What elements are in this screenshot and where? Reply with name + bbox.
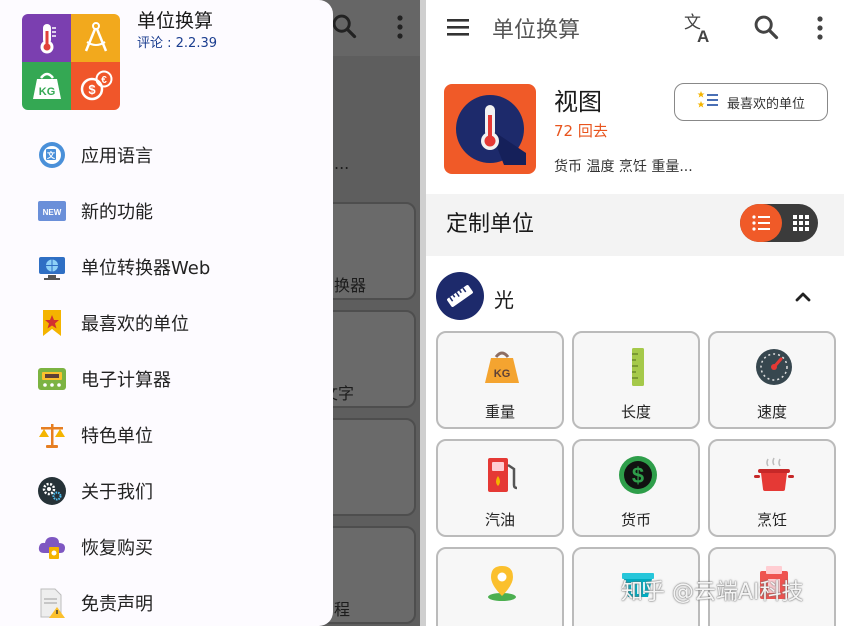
document-warning-icon bbox=[36, 587, 68, 619]
menu-item-label: 应用语言 bbox=[81, 146, 153, 167]
svg-text:文: 文 bbox=[47, 150, 56, 160]
unit-tile-cooking[interactable]: 烹饪 bbox=[708, 439, 836, 537]
translate-icon[interactable]: 文A bbox=[682, 10, 718, 50]
hamburger-menu-icon[interactable] bbox=[446, 16, 470, 42]
view-title: 视图 bbox=[554, 88, 602, 116]
unit-tile-length[interactable]: 长度 bbox=[572, 331, 700, 429]
ruler-icon bbox=[436, 272, 484, 320]
menu-item-label: 最喜欢的单位 bbox=[81, 314, 189, 335]
speedometer-icon bbox=[754, 347, 794, 387]
search-icon[interactable] bbox=[752, 13, 780, 45]
menu-item-label: 恢复购买 bbox=[81, 538, 153, 559]
menu-item-favorite-units[interactable]: 最喜欢的单位 bbox=[36, 303, 316, 343]
fuel-pump-icon bbox=[482, 455, 522, 495]
new-badge-icon: NEW bbox=[36, 195, 68, 227]
thermometer-icon bbox=[444, 84, 536, 174]
watermark-text: 知乎 @云端AI科技 bbox=[621, 580, 804, 605]
menu-item-web-converter[interactable]: 单位转换器Web bbox=[36, 247, 316, 287]
scales-icon bbox=[36, 419, 68, 451]
drawer-app-title: 单位换算 bbox=[137, 10, 214, 32]
background-search-icon bbox=[330, 12, 358, 46]
menu-item-label: 关于我们 bbox=[81, 482, 153, 503]
app-logo: KG $ € bbox=[22, 14, 120, 110]
menu-item-label: 单位转换器Web bbox=[81, 258, 211, 279]
menu-item-restore-purchase[interactable]: 恢复购买 bbox=[36, 527, 316, 567]
favorite-units-button[interactable]: 最喜欢的单位 bbox=[674, 83, 828, 121]
svg-text:A: A bbox=[697, 27, 709, 46]
location-pin-icon bbox=[482, 563, 522, 603]
view-description: 货币 温度 烹饪 重量... bbox=[554, 159, 693, 175]
tile-label: 长度 bbox=[620, 403, 651, 421]
calculator-icon bbox=[36, 363, 68, 395]
app-title: 单位换算 bbox=[492, 18, 581, 43]
unit-tile-currency[interactable]: $ 货币 bbox=[572, 439, 700, 537]
svg-text:KG: KG bbox=[494, 368, 511, 380]
grid-view-icon[interactable] bbox=[786, 204, 816, 242]
background-more-icon bbox=[394, 14, 406, 46]
menu-item-label: 特色单位 bbox=[81, 426, 153, 447]
svg-text:NEW: NEW bbox=[43, 208, 62, 217]
web-monitor-icon bbox=[36, 251, 68, 283]
background-fragment: 程 bbox=[334, 600, 351, 619]
favorite-units-label: 最喜欢的单位 bbox=[726, 96, 805, 112]
left-screen: ... 换器 文字 ] 程 KG $€ 单位换算 bbox=[0, 0, 420, 626]
menu-item-label: 新的功能 bbox=[81, 202, 153, 223]
menu-item-app-language[interactable]: 文 应用语言 bbox=[36, 135, 316, 175]
unit-tile-weight[interactable]: KG 重量 bbox=[436, 331, 564, 429]
weight-kg-icon: KG bbox=[482, 347, 522, 387]
tile-label: 烹饪 bbox=[756, 511, 787, 529]
view-summary-card: 视图 72 回去 货币 温度 烹饪 重量... 最喜欢的单位 bbox=[426, 58, 844, 194]
top-app-bar: 单位换算 文A bbox=[426, 0, 844, 58]
tile-label: 重量 bbox=[484, 403, 515, 421]
right-screen: 单位换算 文A 视图 72 回去 货币 温度 烹饪 重量... 最喜欢的单位 定… bbox=[426, 0, 844, 626]
view-mode-toggle[interactable] bbox=[740, 204, 818, 242]
menu-item-label: 免责声明 bbox=[81, 594, 153, 615]
svg-text:$: $ bbox=[632, 463, 644, 488]
dollar-icon: $ bbox=[618, 455, 658, 495]
ruler-length-icon bbox=[618, 347, 658, 387]
unit-tile[interactable] bbox=[436, 547, 564, 626]
background-fragment: 换器 bbox=[334, 276, 367, 295]
unit-tile-speed[interactable]: 速度 bbox=[708, 331, 836, 429]
language-icon: 文 bbox=[36, 139, 68, 171]
favorite-list-icon bbox=[697, 90, 719, 114]
menu-item-calculator[interactable]: 电子计算器 bbox=[36, 359, 316, 399]
chevron-up-icon[interactable] bbox=[792, 286, 814, 308]
drawer-version: 评论 : 2.2.39 bbox=[137, 36, 217, 51]
custom-units-title: 定制单位 bbox=[446, 212, 535, 237]
background-fragment: ... bbox=[334, 154, 350, 173]
svg-text:$: $ bbox=[88, 82, 96, 97]
more-options-icon[interactable] bbox=[814, 15, 826, 45]
menu-item-featured-units[interactable]: 特色单位 bbox=[36, 415, 316, 455]
view-count: 72 回去 bbox=[554, 122, 608, 140]
bookmark-star-icon bbox=[36, 307, 68, 339]
menu-item-disclaimer[interactable]: 免责声明 bbox=[36, 583, 316, 623]
category-name: 光 bbox=[494, 288, 514, 312]
list-view-icon[interactable] bbox=[740, 204, 782, 242]
menu-item-about-us[interactable]: 关于我们 bbox=[36, 471, 316, 511]
navigation-drawer: KG $ € 单位换算 评论 : 2.2.39 文 应用语言 NEW 新的功能 bbox=[0, 0, 333, 626]
menu-item-label: 电子计算器 bbox=[81, 370, 171, 391]
tile-label: 汽油 bbox=[484, 511, 515, 529]
svg-text:€: € bbox=[101, 75, 107, 86]
cloud-restore-icon bbox=[36, 531, 68, 563]
unit-tile-fuel[interactable]: 汽油 bbox=[436, 439, 564, 537]
gears-icon bbox=[36, 475, 68, 507]
menu-item-whats-new[interactable]: NEW 新的功能 bbox=[36, 191, 316, 231]
screenshot-root: ... 换器 文字 ] 程 KG $€ 单位换算 bbox=[0, 0, 844, 626]
tile-label: 货币 bbox=[620, 511, 651, 529]
tile-label: 速度 bbox=[756, 403, 787, 421]
cooking-pot-icon bbox=[754, 455, 794, 495]
svg-text:KG: KG bbox=[38, 86, 55, 98]
